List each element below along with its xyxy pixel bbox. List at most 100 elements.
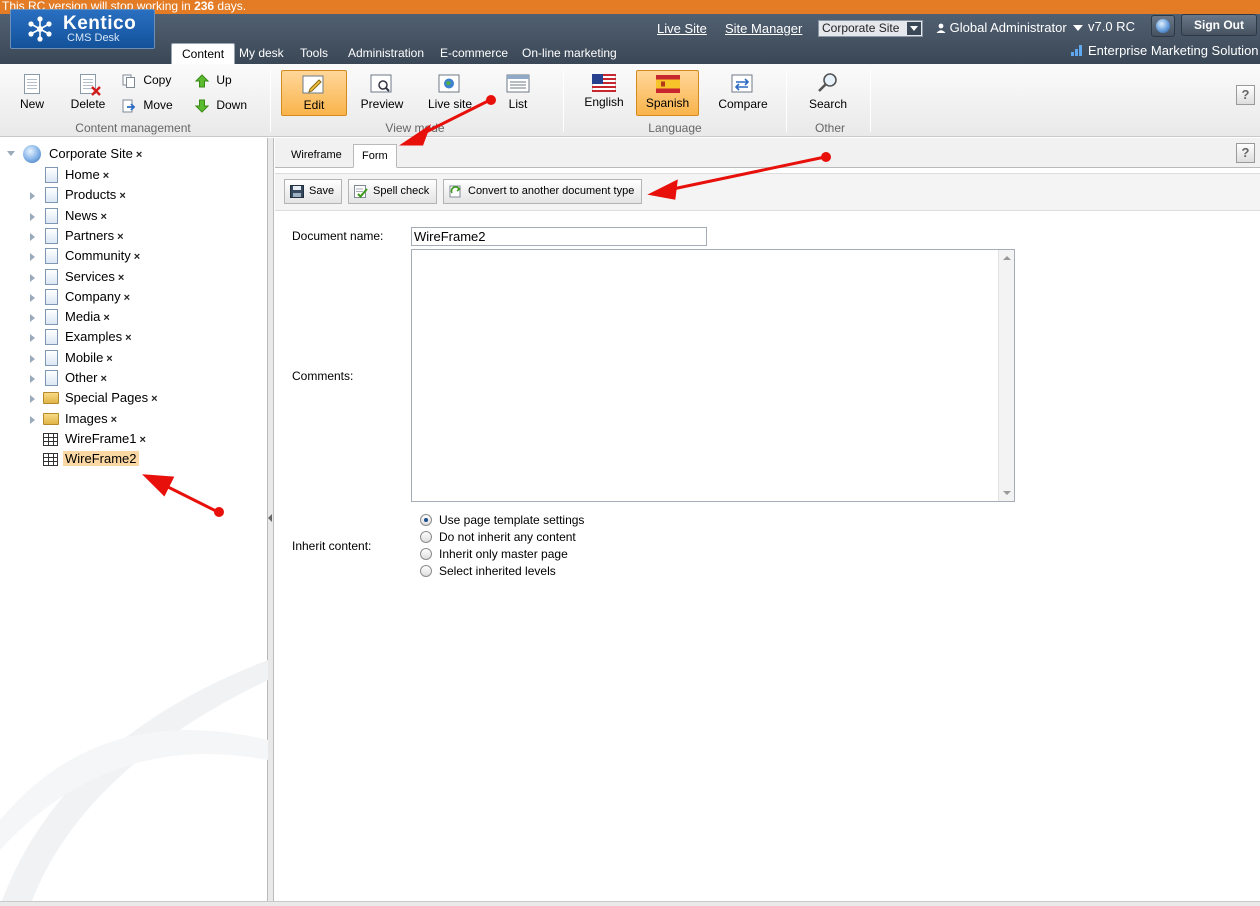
tree-item[interactable]: Partners × — [0, 227, 268, 247]
delete-icon[interactable]: × — [101, 211, 107, 223]
delete-icon[interactable]: × — [106, 353, 112, 365]
tab-wireframe[interactable]: Wireframe — [283, 144, 350, 168]
delete-icon[interactable]: × — [103, 312, 109, 324]
comments-textarea[interactable] — [411, 249, 1015, 502]
radio-select-inherited-levels[interactable]: Select inherited levels — [420, 564, 556, 581]
document-name-input[interactable] — [411, 227, 707, 246]
chevron-right-icon[interactable] — [30, 375, 35, 383]
convert-icon — [449, 185, 461, 198]
delete-button[interactable]: Delete — [68, 74, 108, 111]
chevron-right-icon[interactable] — [30, 253, 35, 261]
tree-item[interactable]: Company × — [0, 288, 268, 308]
convert-document-type-button[interactable]: Convert to another document type — [443, 179, 643, 204]
user-menu[interactable]: Global Administrator — [936, 20, 1084, 35]
site-selector[interactable]: Corporate Site — [818, 20, 923, 37]
delete-icon[interactable]: × — [151, 393, 157, 405]
chevron-right-icon[interactable] — [30, 294, 35, 302]
chevron-right-icon[interactable] — [30, 416, 35, 424]
tree-item[interactable]: WireFrame2 — [0, 450, 268, 470]
tree-item[interactable]: Mobile × — [0, 349, 268, 369]
tree-item[interactable]: Other × — [0, 369, 268, 389]
edit-mode-button[interactable]: Edit — [281, 70, 347, 116]
new-label: New — [19, 97, 44, 111]
delete-icon[interactable]: × — [103, 170, 109, 182]
radio-inherit-master-page[interactable]: Inherit only master page — [420, 547, 568, 564]
radio-use-page-template-settings[interactable]: Use page template settings — [420, 513, 584, 530]
edition-label: Enterprise Marketing Solution — [1088, 43, 1259, 58]
spanish-language-button[interactable]: Spanish — [636, 70, 699, 116]
delete-icon[interactable]: × — [140, 434, 146, 446]
tree-item[interactable]: Examples × — [0, 328, 268, 348]
chevron-right-icon[interactable] — [30, 395, 35, 403]
chevron-right-icon[interactable] — [30, 314, 35, 322]
compare-button[interactable]: Compare — [716, 74, 770, 111]
tab-online-marketing[interactable]: On-line marketing — [512, 43, 627, 64]
tab-tools[interactable]: Tools — [290, 43, 338, 64]
panel-splitter[interactable] — [268, 138, 274, 906]
delete-icon[interactable]: × — [101, 373, 107, 385]
preview-mode-button[interactable]: Preview — [358, 74, 406, 111]
sign-out-button[interactable]: Sign Out — [1181, 14, 1257, 36]
save-button[interactable]: Save — [284, 179, 343, 204]
tree-item[interactable]: WireFrame1 × — [0, 430, 268, 450]
editor-tabs-bar — [275, 138, 1260, 168]
tree-item[interactable]: Images × — [0, 410, 268, 430]
page-icon — [45, 187, 58, 203]
globe-icon[interactable] — [1151, 15, 1175, 37]
tree-item[interactable]: Services × — [0, 268, 268, 288]
new-button[interactable]: New — [16, 74, 48, 111]
delete-icon[interactable]: × — [125, 332, 131, 344]
tree-root[interactable]: Corporate Site × — [0, 145, 268, 165]
spell-check-button[interactable]: Spell check — [348, 179, 438, 204]
radio-do-not-inherit[interactable]: Do not inherit any content — [420, 530, 576, 547]
ribbon-help-button[interactable]: ? — [1236, 85, 1255, 105]
live-site-link[interactable]: Live Site — [657, 21, 707, 36]
chevron-right-icon[interactable] — [30, 274, 35, 282]
tree-item[interactable]: Home × — [0, 166, 268, 186]
tree-item[interactable]: Media × — [0, 308, 268, 328]
move-button[interactable]: Move — [122, 98, 173, 113]
kentico-logo[interactable]: Kentico CMS Desk — [10, 9, 155, 49]
view-mode-group-label: View mode — [385, 121, 445, 135]
tree-item[interactable]: Community × — [0, 247, 268, 267]
folder-icon — [43, 392, 59, 404]
spell-check-label: Spell check — [373, 185, 430, 197]
tree-item[interactable]: Special Pages × — [0, 389, 268, 409]
chevron-right-icon[interactable] — [30, 192, 35, 200]
radio-button — [420, 564, 432, 577]
delete-icon[interactable]: × — [118, 272, 124, 284]
tab-e-commerce[interactable]: E-commerce — [430, 43, 518, 64]
delete-icon[interactable]: × — [119, 190, 125, 202]
editor-help-button[interactable]: ? — [1236, 143, 1255, 163]
english-language-button[interactable]: English — [582, 73, 626, 109]
chevron-right-icon[interactable] — [30, 355, 35, 363]
chevron-right-icon[interactable] — [30, 233, 35, 241]
tab-administration[interactable]: Administration — [338, 43, 434, 64]
delete-icon[interactable]: × — [134, 251, 140, 263]
edit-label: Edit — [303, 98, 325, 112]
chevron-right-icon[interactable] — [30, 334, 35, 342]
copy-button[interactable]: Copy — [122, 73, 171, 88]
banner-text-suffix: days. — [214, 0, 247, 13]
tree-item[interactable]: Products × — [0, 186, 268, 206]
tab-form[interactable]: Form — [353, 144, 397, 168]
down-button[interactable]: Down — [195, 98, 247, 113]
tree-item[interactable]: News × — [0, 207, 268, 227]
delete-icon[interactable]: × — [111, 414, 117, 426]
comments-scrollbar[interactable] — [998, 250, 1014, 501]
site-manager-link[interactable]: Site Manager — [725, 21, 802, 36]
tree-root-label: Corporate Site — [49, 146, 133, 161]
delete-icon[interactable]: × — [117, 231, 123, 243]
delete-icon[interactable]: × — [124, 292, 130, 304]
search-button[interactable]: Search — [804, 72, 852, 111]
live-site-mode-button[interactable]: Live site — [424, 74, 476, 111]
tab-content[interactable]: Content — [171, 43, 236, 64]
list-mode-button[interactable]: List — [502, 74, 534, 111]
radio-button — [420, 530, 432, 543]
tree-item-label: Home — [65, 167, 100, 182]
delete-icon[interactable]: × — [136, 149, 142, 161]
other-group-label: Other — [814, 121, 845, 135]
chevron-right-icon[interactable] — [30, 213, 35, 221]
tab-my-desk[interactable]: My desk — [229, 43, 294, 64]
up-button[interactable]: Up — [195, 73, 232, 88]
